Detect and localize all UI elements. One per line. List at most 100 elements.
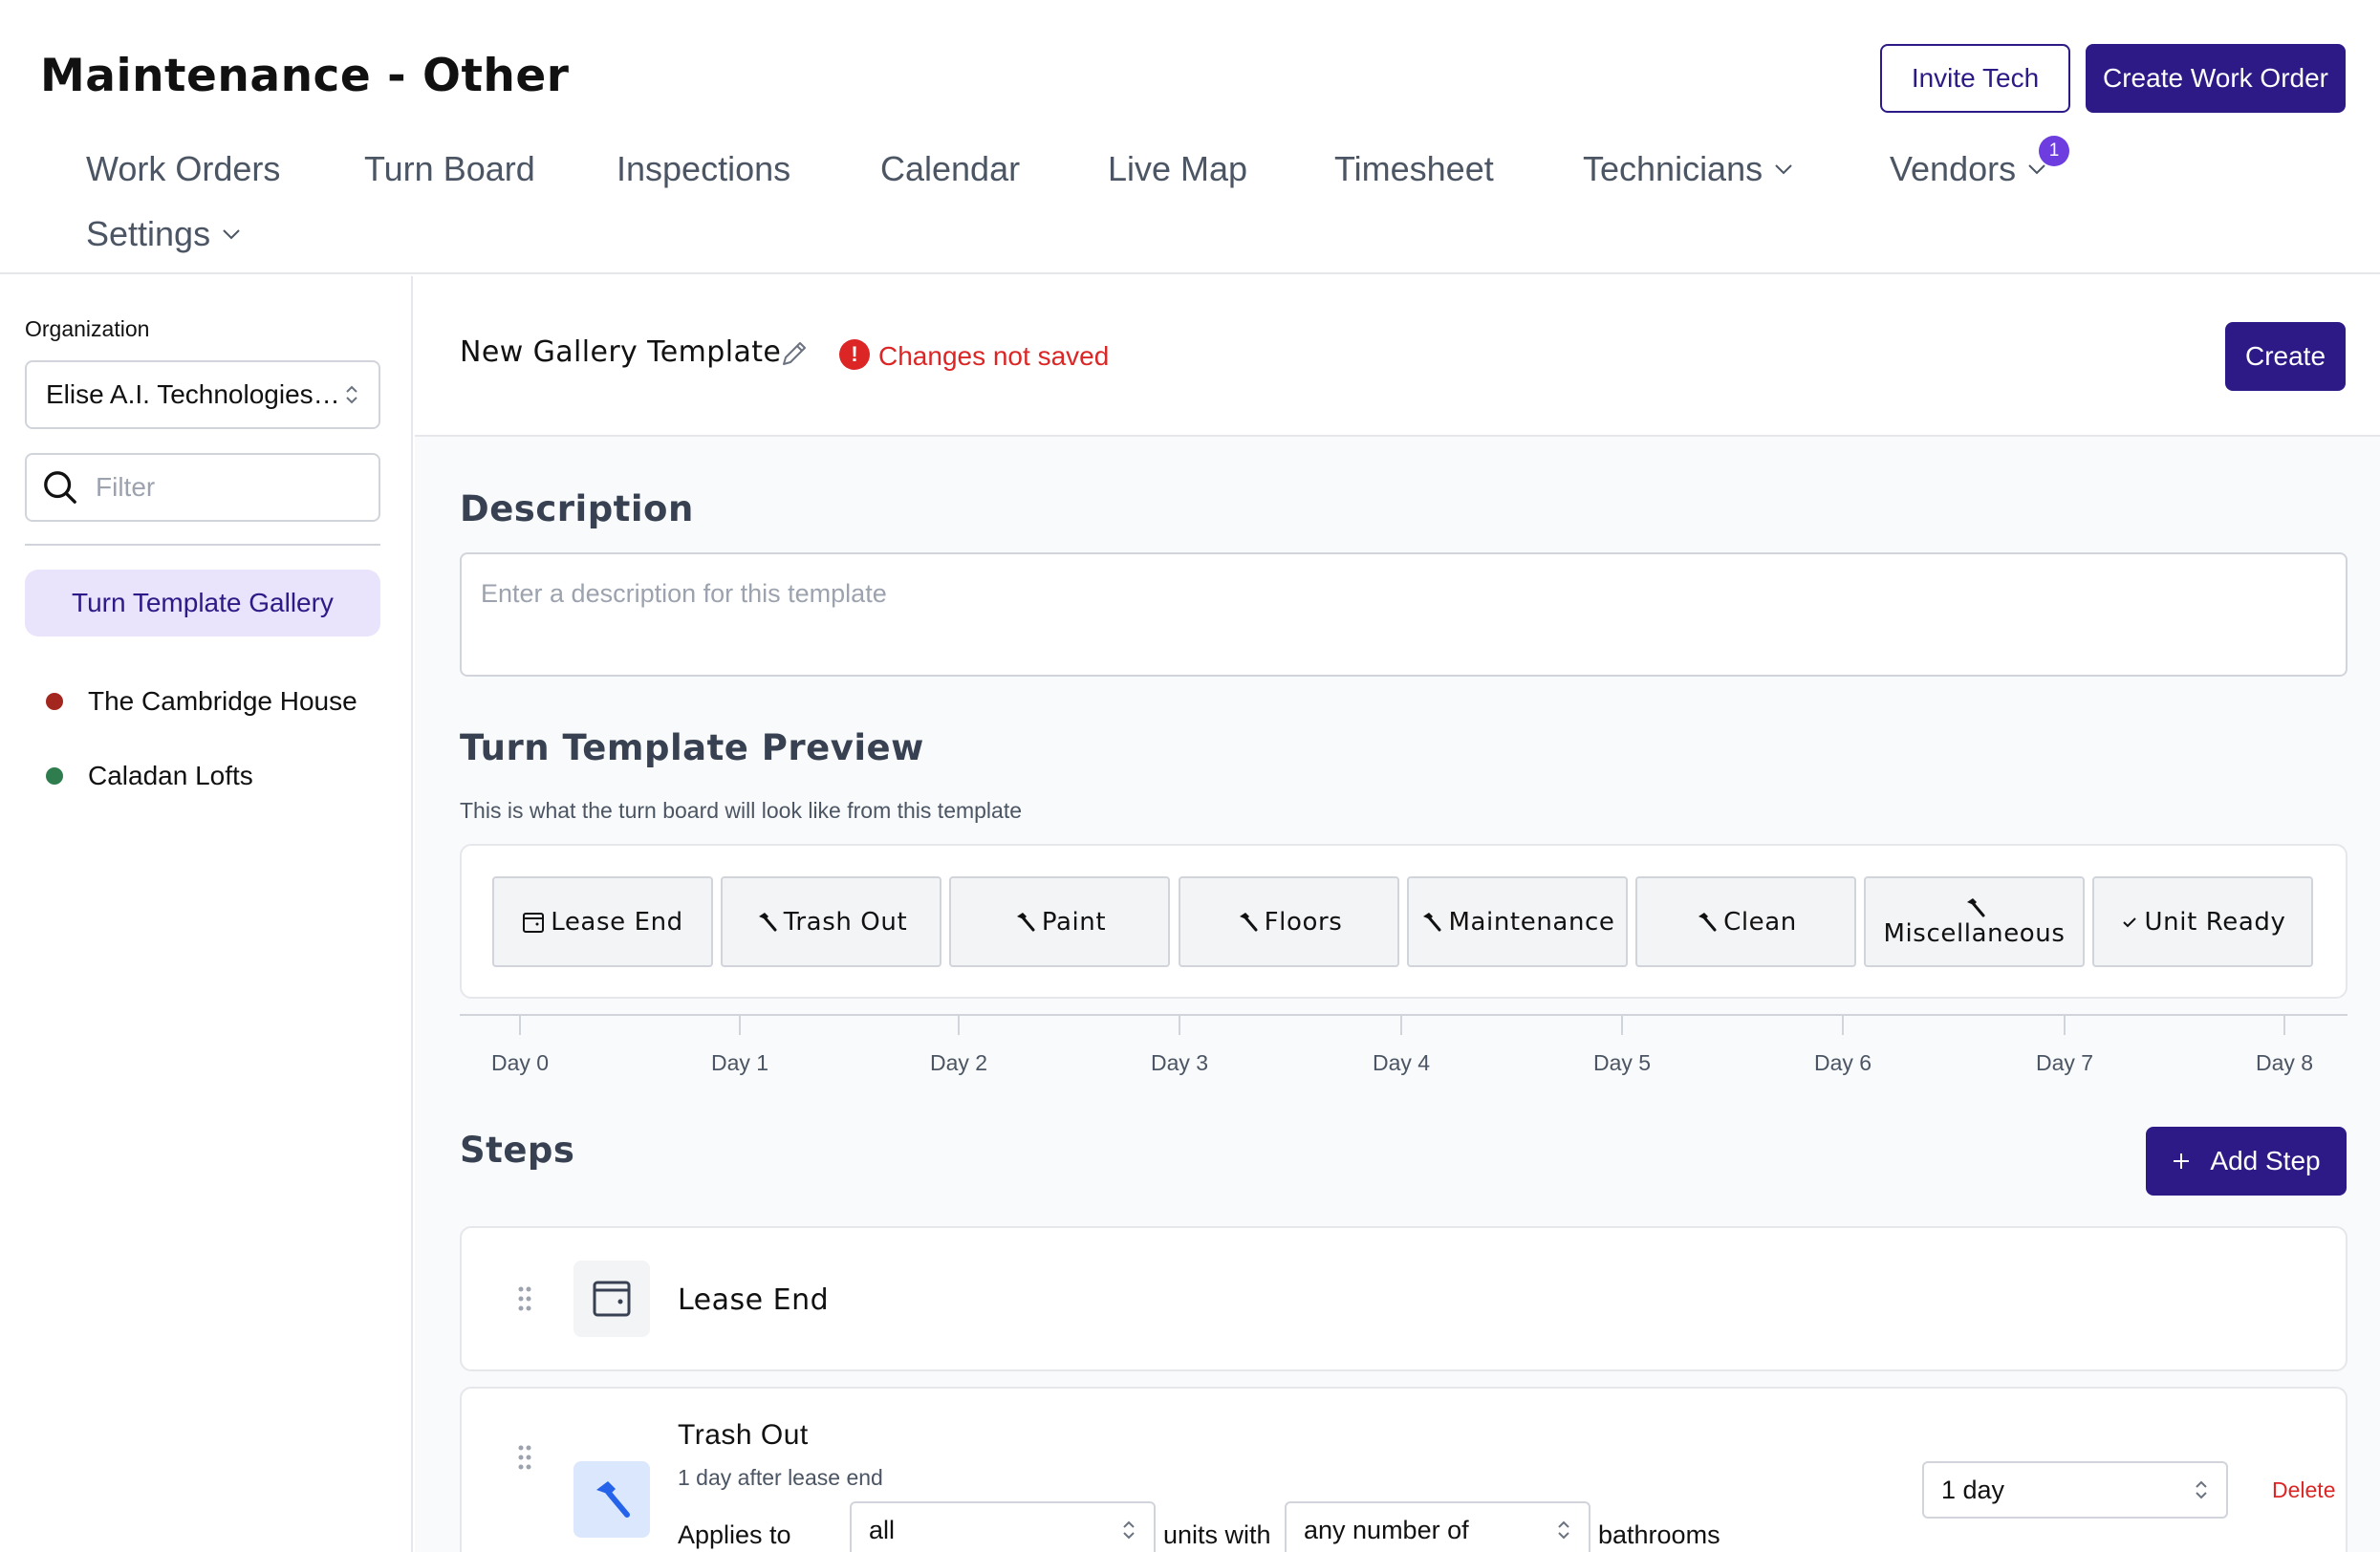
tab-turn-board[interactable]: Turn Board xyxy=(364,149,535,189)
tab-vendors[interactable]: Vendors xyxy=(1890,149,2046,189)
organization-select[interactable]: Elise A.I. Technologies Corp. xyxy=(25,360,380,429)
invite-tech-button[interactable]: Invite Tech xyxy=(1880,44,2070,113)
chevron-down-icon xyxy=(1775,164,1792,175)
tab-timesheet[interactable]: Timesheet xyxy=(1334,149,1494,189)
drag-handle-icon[interactable] xyxy=(517,1444,532,1471)
step-card: Lease End xyxy=(460,1226,2348,1371)
preview-subtitle: This is what the turn board will look li… xyxy=(460,798,1023,823)
timeline-tick xyxy=(1621,1016,1623,1035)
create-work-order-button[interactable]: Create Work Order xyxy=(2086,44,2346,113)
chip-label: Floors xyxy=(1264,907,1343,937)
status-dot xyxy=(46,693,63,710)
tab-label: Inspections xyxy=(617,149,791,188)
bathrooms-label: bathrooms xyxy=(1598,1520,1720,1549)
tab-calendar[interactable]: Calendar xyxy=(880,149,1020,189)
day-label: Day 1 xyxy=(710,1050,769,1075)
units-select[interactable]: all xyxy=(850,1501,1156,1552)
filter-input[interactable] xyxy=(96,472,363,503)
main-content: New Gallery Template ! Changes not saved… xyxy=(415,276,2380,1552)
step-subtitle: 1 day after lease end xyxy=(678,1465,883,1490)
bathrooms-select-value: any number of xyxy=(1304,1515,1469,1544)
tab-live-map[interactable]: Live Map xyxy=(1108,149,1247,189)
timeline-tick xyxy=(1179,1016,1180,1035)
preview-chip: Maintenance xyxy=(1407,876,1628,967)
chevron-down-icon xyxy=(223,229,240,240)
calendar-icon xyxy=(523,912,545,933)
day-label: Day 8 xyxy=(2255,1050,2314,1075)
day-timeline: Day 0 Day 1 Day 2 Day 3 Day 4 Day 5 Day … xyxy=(460,1014,2348,1090)
day-label: Day 6 xyxy=(1813,1050,1872,1075)
sidebar: Organization Elise A.I. Technologies Cor… xyxy=(0,276,413,1552)
pencil-icon[interactable] xyxy=(780,339,809,368)
duration-select[interactable]: 1 day xyxy=(1922,1461,2228,1519)
timeline-tick xyxy=(2283,1016,2285,1035)
day-label: Day 7 xyxy=(2035,1050,2094,1075)
property-name: Caladan Lofts xyxy=(88,761,253,790)
turn-preview-board: Lease End Trash Out Paint Floors Mainten… xyxy=(460,844,2348,999)
chip-label: Trash Out xyxy=(783,907,908,937)
select-arrows-icon xyxy=(2196,1480,2207,1499)
hammer-icon xyxy=(1966,897,1984,916)
hammer-icon xyxy=(1698,912,1717,931)
description-title: Description xyxy=(460,488,694,529)
tab-label: Timesheet xyxy=(1334,149,1494,188)
chip-label: Unit Ready xyxy=(2144,907,2286,937)
preview-chip: Trash Out xyxy=(721,876,941,967)
step-icon-box xyxy=(573,1461,650,1538)
timeline-tick xyxy=(2064,1016,2066,1035)
description-field[interactable] xyxy=(460,552,2348,677)
filter-field[interactable] xyxy=(25,453,380,522)
preview-chip: Miscellaneous xyxy=(1864,876,2085,967)
timeline-tick xyxy=(1400,1016,1402,1035)
app-header: Maintenance - Other Invite Tech Create W… xyxy=(0,0,2380,274)
calendar-icon xyxy=(593,1281,631,1317)
day-label: Day 2 xyxy=(929,1050,988,1075)
hammer-icon xyxy=(596,1481,630,1518)
chip-label: Maintenance xyxy=(1448,907,1615,937)
chip-label: Paint xyxy=(1041,907,1107,937)
select-arrows-icon xyxy=(346,385,357,404)
chip-label: Miscellaneous xyxy=(1883,918,2066,948)
tab-inspections[interactable]: Inspections xyxy=(617,149,790,189)
status-dot xyxy=(46,767,63,785)
day-label: Day 0 xyxy=(490,1050,550,1075)
tab-work-orders[interactable]: Work Orders xyxy=(86,149,280,189)
preview-chip: Clean xyxy=(1635,876,1856,967)
day-label: Day 5 xyxy=(1592,1050,1652,1075)
timeline-tick xyxy=(958,1016,960,1035)
sidebar-item-property[interactable]: Caladan Lofts xyxy=(46,761,253,791)
add-step-button[interactable]: Add Step xyxy=(2146,1127,2347,1196)
create-button[interactable]: Create xyxy=(2225,322,2346,391)
tab-label: Turn Board xyxy=(364,149,535,188)
tab-settings[interactable]: Settings xyxy=(86,214,241,254)
warning-icon: ! xyxy=(839,339,870,370)
sidebar-item-property[interactable]: The Cambridge House xyxy=(46,686,357,717)
step-icon-box xyxy=(573,1261,650,1337)
tab-label: Work Orders xyxy=(86,149,281,188)
plus-icon xyxy=(2174,1153,2190,1169)
hammer-icon xyxy=(1239,912,1258,931)
steps-title: Steps xyxy=(460,1130,575,1171)
duration-value: 1 day xyxy=(1941,1475,2005,1504)
preview-chip: Floors xyxy=(1179,876,1399,967)
tab-label: Settings xyxy=(86,214,211,253)
hammer-icon xyxy=(1016,912,1035,931)
sidebar-item-turn-template-gallery[interactable]: Turn Template Gallery xyxy=(25,570,380,636)
description-input[interactable] xyxy=(462,554,2346,675)
hammer-icon xyxy=(758,912,777,931)
tab-technicians[interactable]: Technicians xyxy=(1583,149,1793,189)
organization-label: Organization xyxy=(25,316,150,341)
template-name: New Gallery Template xyxy=(460,335,782,369)
tab-label: Live Map xyxy=(1108,149,1248,188)
step-title: Trash Out xyxy=(678,1419,809,1451)
delete-step-button[interactable]: Delete xyxy=(2272,1477,2335,1503)
page-title: Maintenance - Other xyxy=(40,50,570,102)
template-topbar: New Gallery Template ! Changes not saved… xyxy=(415,276,2380,437)
check-icon xyxy=(2122,916,2136,927)
drag-handle-icon[interactable] xyxy=(517,1285,532,1312)
select-arrows-icon xyxy=(1123,1520,1135,1540)
bathrooms-select[interactable]: any number of xyxy=(1285,1501,1590,1552)
unsaved-status: Changes not saved xyxy=(878,341,1110,371)
select-arrows-icon xyxy=(1558,1520,1569,1540)
chip-label: Lease End xyxy=(551,907,683,937)
